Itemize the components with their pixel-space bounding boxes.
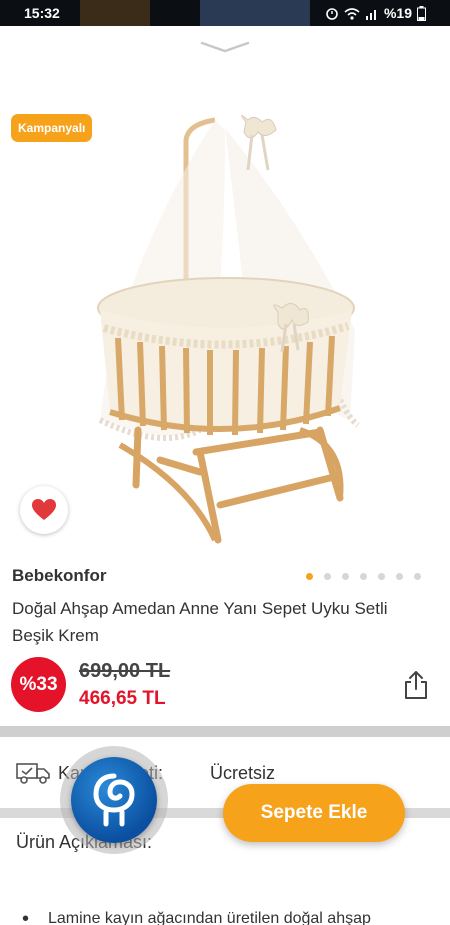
product-title: Doğal Ahşap Amedan Anne Yanı Sepet Uyku … bbox=[12, 599, 388, 645]
pagination-dot[interactable] bbox=[378, 573, 385, 580]
pagination-dot[interactable] bbox=[306, 573, 313, 580]
brand-name[interactable]: Bebekonfor bbox=[12, 566, 106, 586]
battery-percent: %19 bbox=[383, 5, 412, 21]
favorite-button[interactable] bbox=[20, 486, 68, 534]
heart-icon bbox=[32, 499, 56, 520]
truck-icon bbox=[16, 763, 50, 784]
battery-icon bbox=[417, 5, 426, 21]
discount-badge: %33 bbox=[11, 657, 66, 712]
product-image[interactable] bbox=[0, 100, 450, 550]
wifi-icon bbox=[344, 7, 360, 20]
signal-icon bbox=[365, 9, 376, 20]
alarm-icon bbox=[326, 8, 338, 20]
campaign-badge: Kampanyalı bbox=[11, 114, 93, 142]
notification-thumbnail bbox=[200, 0, 310, 26]
pagination-dot[interactable] bbox=[414, 573, 421, 580]
pagination-dot[interactable] bbox=[342, 573, 349, 580]
pagination-dot[interactable] bbox=[396, 573, 403, 580]
share-icon[interactable] bbox=[402, 670, 430, 700]
assistant-icon bbox=[93, 773, 135, 827]
shipping-value: Ücretsiz bbox=[210, 762, 276, 783]
status-bar: 15:32 %19 bbox=[0, 0, 450, 26]
section-divider bbox=[0, 726, 450, 737]
image-pagination[interactable] bbox=[306, 573, 421, 580]
old-price: 699,00 TL bbox=[79, 660, 171, 682]
status-time: 15:32 bbox=[24, 5, 60, 21]
description-list: Lamine kayın ağacından üretilen doğal ah… bbox=[22, 908, 442, 925]
chevron-down-icon[interactable] bbox=[200, 40, 250, 54]
description-item: Lamine kayın ağacından üretilen doğal ah… bbox=[22, 908, 442, 925]
add-to-cart-button[interactable]: Sepete Ekle bbox=[223, 784, 405, 842]
pagination-dot[interactable] bbox=[360, 573, 367, 580]
notification-thumbnail bbox=[80, 0, 150, 26]
assistant-button[interactable] bbox=[60, 746, 168, 854]
pagination-dot[interactable] bbox=[324, 573, 331, 580]
new-price: 466,65 TL bbox=[79, 688, 166, 709]
